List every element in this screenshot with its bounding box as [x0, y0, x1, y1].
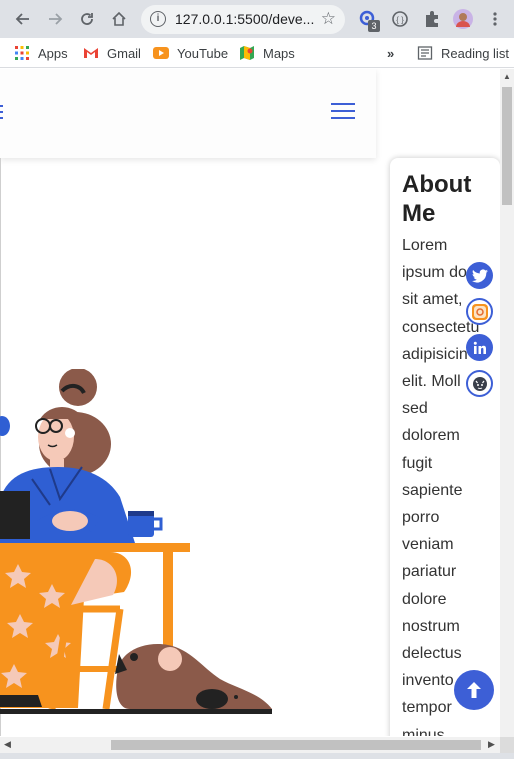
profile-avatar[interactable]: [453, 9, 473, 29]
gmail-icon: [84, 48, 98, 58]
reading-list-label: Reading list: [441, 45, 509, 61]
bookmark-apps[interactable]: Apps: [14, 44, 68, 62]
hero-illustration: [0, 369, 272, 714]
about-line: minus: [402, 726, 445, 736]
browser-window: i 127.0.0.1:5500/deve... ☆ 3 { } Apps Gm…: [0, 0, 514, 759]
bookmark-youtube[interactable]: YouTube: [153, 44, 228, 62]
site-info-icon[interactable]: i: [150, 11, 166, 27]
forward-arrow-icon: [49, 13, 63, 25]
about-line: sed: [402, 400, 428, 418]
forward-button[interactable]: [44, 8, 66, 30]
reading-list-button[interactable]: Reading list: [417, 44, 509, 62]
extension-circle-icon: { }: [392, 11, 408, 27]
home-icon: [112, 11, 126, 26]
about-line: Lorem: [402, 237, 448, 254]
about-line: fugit: [402, 454, 433, 472]
webpage-viewport: About Me Lorem ipsum do sit amet, consec…: [0, 69, 500, 736]
hamburger-menu-icon[interactable]: [331, 103, 355, 119]
back-arrow-icon: [15, 13, 29, 25]
extension-button-2[interactable]: { }: [390, 9, 410, 29]
maps-icon: [240, 46, 254, 60]
scrollbar-corner: [500, 737, 514, 753]
github-icon: [472, 376, 487, 391]
site-header: [0, 69, 376, 158]
twitter-link[interactable]: [466, 262, 493, 289]
linkedin-icon: [473, 341, 486, 354]
arrow-up-icon: [467, 682, 481, 698]
about-card: About Me Lorem ipsum do sit amet, consec…: [390, 158, 500, 736]
youtube-icon: [153, 47, 169, 59]
bookmark-label: Maps: [263, 45, 295, 61]
bookmark-label: Gmail: [107, 45, 141, 61]
reload-button[interactable]: [76, 8, 98, 30]
apps-grid-icon: [15, 46, 29, 60]
vertical-scrollbar[interactable]: ▲: [500, 69, 514, 737]
scroll-up-arrow-icon[interactable]: ▲: [503, 72, 511, 81]
about-line: dolorem: [402, 427, 460, 445]
about-line: sapiente: [402, 481, 463, 499]
extension-badge-count: 3: [368, 20, 380, 32]
horizontal-scrollbar[interactable]: ◀ ▶: [0, 737, 500, 753]
extension-badge-button[interactable]: 3: [358, 9, 380, 32]
about-line: pariatur: [402, 563, 457, 581]
logo-fragment[interactable]: [0, 105, 3, 119]
about-title: About Me: [402, 171, 472, 227]
window-bottom-edge: [0, 753, 514, 759]
puzzle-icon: [426, 11, 438, 27]
address-bar[interactable]: i 127.0.0.1:5500/deve... ☆: [141, 5, 345, 34]
about-line: delectus: [402, 645, 462, 663]
back-button[interactable]: [12, 8, 34, 30]
scroll-left-arrow-icon[interactable]: ◀: [4, 739, 11, 750]
home-button[interactable]: [108, 8, 130, 30]
horizontal-scroll-thumb[interactable]: [111, 740, 481, 750]
svg-text:{ }: { }: [396, 16, 404, 25]
address-url[interactable]: 127.0.0.1:5500/deve...: [175, 11, 314, 27]
about-line: nostrum: [402, 617, 460, 635]
extensions-menu-button[interactable]: [422, 9, 442, 29]
about-line: porro: [402, 509, 440, 527]
bookmark-label: YouTube: [177, 45, 229, 61]
twitter-icon: [471, 268, 488, 282]
instagram-icon: [471, 303, 488, 320]
more-bookmarks-label: »: [387, 45, 395, 61]
github-link[interactable]: [466, 370, 493, 397]
scroll-right-arrow-icon[interactable]: ▶: [488, 739, 495, 750]
bookmarks-bar: Apps Gmail YouTube Maps » Reading list: [0, 38, 514, 68]
avatar-icon: [453, 9, 473, 29]
browser-menu-button[interactable]: [484, 8, 506, 30]
more-vert-icon: [493, 12, 497, 26]
instagram-link[interactable]: [466, 298, 493, 325]
reading-list-icon: [417, 46, 433, 60]
browser-toolbar: i 127.0.0.1:5500/deve... ☆ 3 { }: [0, 0, 514, 38]
about-line: veniam: [402, 536, 454, 554]
reload-icon: [81, 13, 93, 25]
bookmark-label: Apps: [38, 45, 68, 61]
bookmark-maps[interactable]: Maps: [239, 44, 295, 62]
about-line: dolore: [402, 590, 447, 608]
more-bookmarks-button[interactable]: »: [387, 44, 394, 62]
bookmark-star-icon[interactable]: ☆: [321, 9, 336, 29]
vertical-scroll-thumb[interactable]: [502, 87, 512, 205]
bookmark-gmail[interactable]: Gmail: [83, 44, 141, 62]
back-to-top-button[interactable]: [454, 670, 494, 710]
linkedin-link[interactable]: [466, 334, 493, 361]
